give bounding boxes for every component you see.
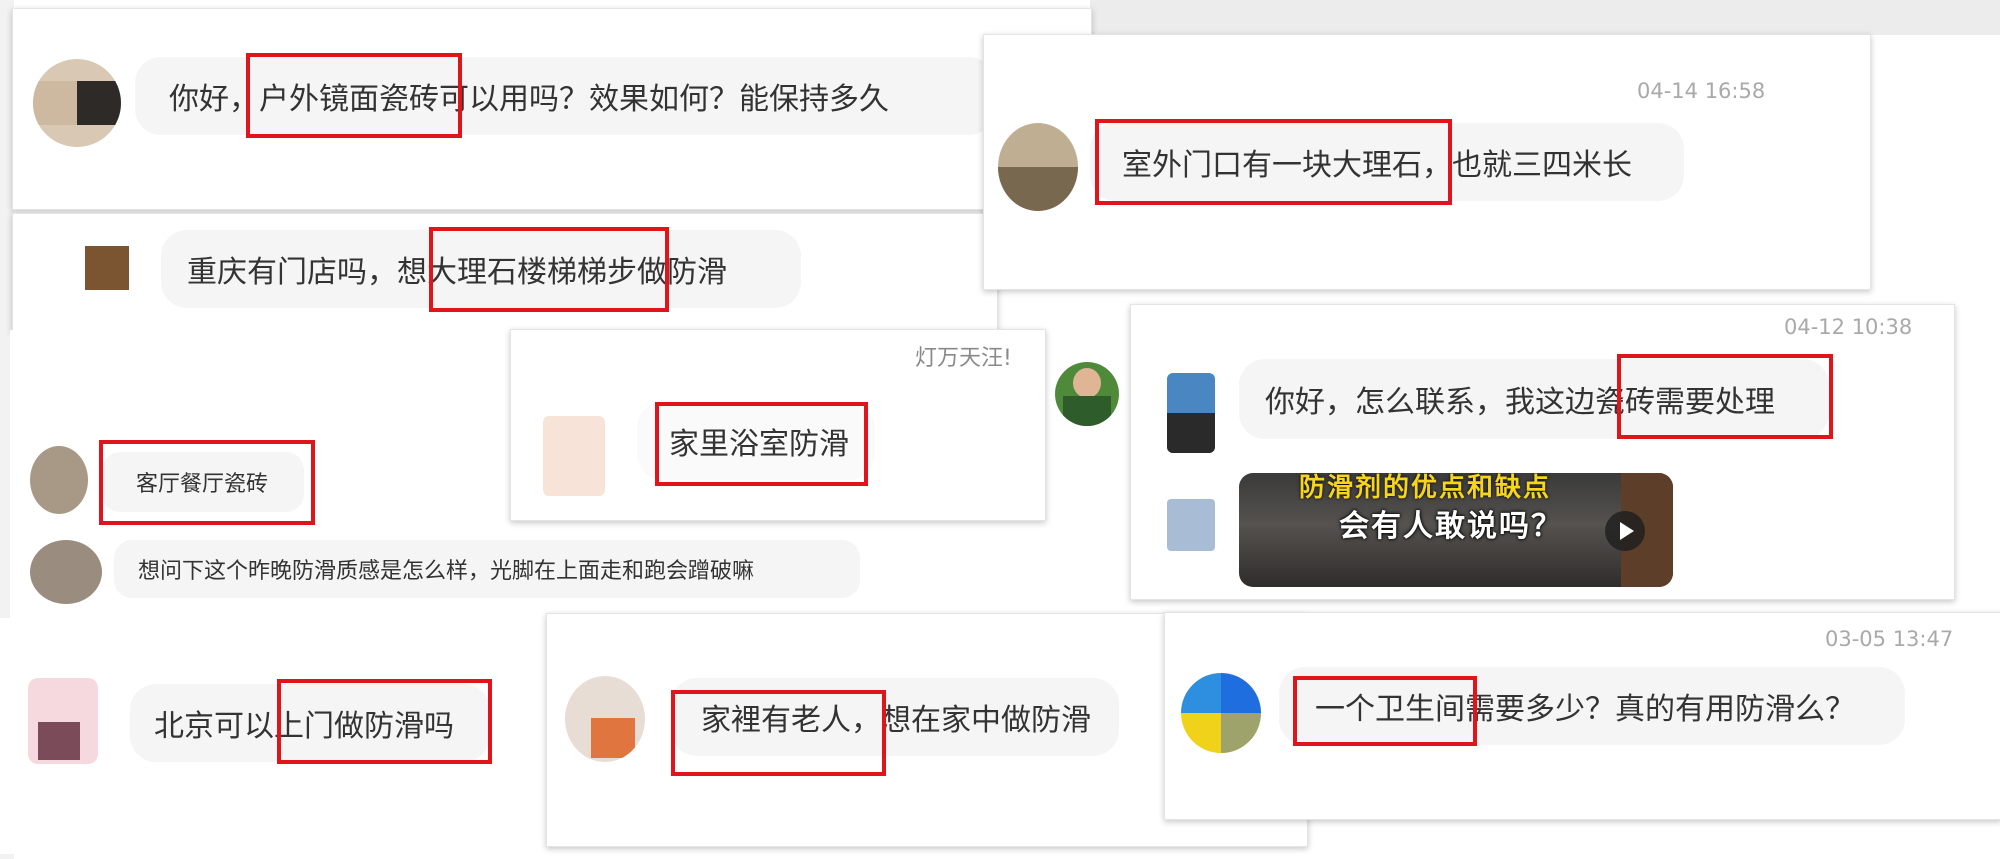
avatar — [1181, 673, 1261, 753]
timestamp: 04-12 10:38 — [1784, 315, 1913, 339]
highlight-box — [277, 679, 492, 764]
avatar — [73, 234, 135, 309]
avatar — [1055, 362, 1119, 426]
avatar — [543, 416, 605, 496]
highlight-box — [246, 53, 462, 138]
highlight-box — [1617, 354, 1833, 439]
video-caption-top: 防滑剂的优点和缺点 — [1299, 473, 1552, 503]
avatar — [1167, 499, 1215, 551]
chat-card: 你好，户外镜面瓷砖可以用吗？效果如何？能保持多久 — [12, 8, 1092, 210]
avatar — [33, 59, 121, 147]
video-thumbnail[interactable]: 防滑剂的优点和缺点 会有人敢说吗？ — [1239, 473, 1673, 587]
highlight-box — [671, 690, 886, 776]
highlight-box — [655, 402, 868, 486]
avatar — [30, 540, 102, 604]
play-icon[interactable] — [1605, 511, 1645, 551]
message-bubble: 想问下这个昨晚防滑质感是怎么样，光脚在上面走和跑会蹭破嘛 — [114, 540, 860, 598]
highlight-box — [1293, 676, 1477, 746]
avatar — [30, 446, 88, 514]
partial-text: 灯万天汪! — [915, 346, 1012, 371]
highlight-box — [99, 440, 315, 525]
avatar — [28, 678, 98, 764]
highlight-box — [1095, 119, 1452, 205]
timestamp: 03-05 13:47 — [1825, 627, 1954, 651]
chat-card: 04-12 10:38 你好，怎么联系，我这边瓷砖需要处理 防滑剂的优点和缺点 … — [1130, 304, 1955, 600]
message-text: 想问下这个昨晚防滑质感是怎么样，光脚在上面走和跑会蹭破嘛 — [138, 559, 755, 584]
avatar — [565, 676, 645, 762]
avatar — [998, 123, 1078, 211]
avatar — [1167, 373, 1215, 453]
background-strip — [1090, 0, 2000, 35]
chat-card: 03-05 13:47 一个卫生间需要多少？真的有用防滑么？ — [1164, 612, 2000, 820]
timestamp: 04-14 16:58 — [1637, 79, 1766, 103]
highlight-box — [429, 227, 669, 312]
video-caption: 会有人敢说吗？ — [1339, 509, 1563, 544]
